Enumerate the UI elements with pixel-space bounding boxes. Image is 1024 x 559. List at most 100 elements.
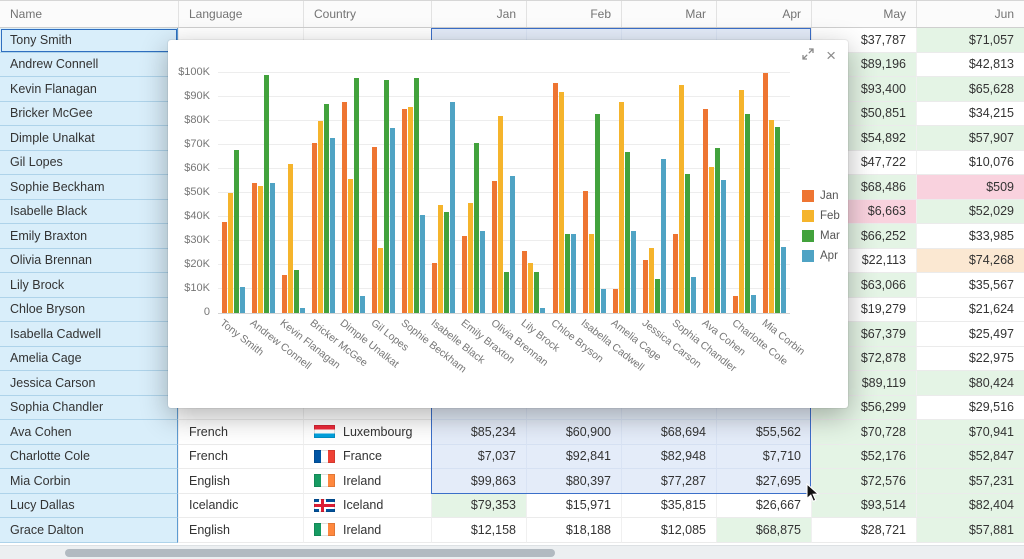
scrollbar-thumb[interactable]	[65, 549, 555, 557]
value-cell[interactable]: $68,694	[621, 420, 716, 445]
value-cell[interactable]: $10,076	[916, 150, 1024, 175]
value-cell[interactable]: $33,985	[916, 224, 1024, 249]
bar-feb	[558, 92, 564, 313]
column-header-feb[interactable]: Feb	[526, 1, 621, 27]
name-cell[interactable]: Sophia Chandler	[0, 395, 178, 420]
value-cell[interactable]: $72,576	[811, 469, 916, 494]
bar-jan	[672, 233, 678, 313]
name-cell[interactable]: Dimple Unalkat	[0, 126, 178, 151]
value-cell[interactable]: $22,975	[916, 346, 1024, 371]
value-cell[interactable]: $52,029	[916, 199, 1024, 224]
y-axis-label: $20K	[184, 258, 210, 270]
expand-icon[interactable]	[802, 47, 814, 64]
value-cell[interactable]: $42,813	[916, 52, 1024, 77]
value-cell[interactable]: $71,057	[916, 28, 1024, 53]
column-header-apr[interactable]: Apr	[716, 1, 811, 27]
name-cell[interactable]: Andrew Connell	[0, 52, 178, 77]
bar-jan	[221, 221, 227, 313]
value-cell[interactable]: $57,231	[916, 469, 1024, 494]
value-cell[interactable]: $57,907	[916, 126, 1024, 151]
selection-fill-handle[interactable]	[807, 490, 814, 497]
value-cell[interactable]: $509	[916, 175, 1024, 200]
name-cell[interactable]: Lily Brock	[0, 273, 178, 298]
value-cell[interactable]: $93,514	[811, 493, 916, 518]
value-cell[interactable]: $57,881	[916, 518, 1024, 543]
column-header-country[interactable]: Country	[303, 1, 431, 27]
value-cell[interactable]: $26,667	[716, 493, 811, 518]
value-cell[interactable]: $77,287	[621, 469, 716, 494]
language-cell[interactable]: Icelandic	[178, 493, 303, 518]
name-cell[interactable]: Isabelle Black	[0, 199, 178, 224]
value-cell[interactable]: $12,085	[621, 518, 716, 543]
name-cell[interactable]: Sophie Beckham	[0, 175, 178, 200]
value-cell[interactable]: $80,424	[916, 371, 1024, 396]
legend-item-jan[interactable]: Jan	[802, 190, 840, 202]
name-cell[interactable]: Kevin Flanagan	[0, 77, 178, 102]
value-cell[interactable]: $79,353	[431, 493, 526, 518]
value-cell[interactable]: $18,188	[526, 518, 621, 543]
value-cell[interactable]: $82,948	[621, 444, 716, 469]
value-cell[interactable]: $27,695	[716, 469, 811, 494]
language-cell[interactable]: English	[178, 518, 303, 543]
value-cell[interactable]: $68,875	[716, 518, 811, 543]
value-cell[interactable]: $35,567	[916, 273, 1024, 298]
name-cell[interactable]: Chloe Bryson	[0, 297, 178, 322]
column-header-jan[interactable]: Jan	[431, 1, 526, 27]
name-cell[interactable]: Isabella Cadwell	[0, 322, 178, 347]
column-header-may[interactable]: May	[811, 1, 916, 27]
country-cell[interactable]: Ireland	[303, 469, 431, 494]
legend-item-feb[interactable]: Feb	[802, 210, 840, 222]
value-cell[interactable]: $29,516	[916, 395, 1024, 420]
column-header-language[interactable]: Language	[178, 1, 303, 27]
value-cell[interactable]: $82,404	[916, 493, 1024, 518]
value-cell[interactable]: $74,268	[916, 248, 1024, 273]
country-cell[interactable]: Ireland	[303, 518, 431, 543]
country-cell[interactable]: France	[303, 444, 431, 469]
value-cell[interactable]: $92,841	[526, 444, 621, 469]
name-cell[interactable]: Emily Braxton	[0, 224, 178, 249]
name-cell[interactable]: Ava Cohen	[0, 420, 178, 445]
language-cell[interactable]: French	[178, 420, 303, 445]
value-cell[interactable]: $85,234	[431, 420, 526, 445]
value-cell[interactable]: $21,624	[916, 297, 1024, 322]
value-cell[interactable]: $65,628	[916, 77, 1024, 102]
name-cell[interactable]: Mia Corbin	[0, 469, 178, 494]
name-cell[interactable]: Lucy Dallas	[0, 493, 178, 518]
value-cell[interactable]: $15,971	[526, 493, 621, 518]
value-cell[interactable]: $35,815	[621, 493, 716, 518]
value-cell[interactable]: $52,176	[811, 444, 916, 469]
name-cell[interactable]: Bricker McGee	[0, 101, 178, 126]
value-cell[interactable]: $55,562	[716, 420, 811, 445]
name-cell[interactable]: Grace Dalton	[0, 518, 178, 543]
name-cell[interactable]: Charlotte Cole	[0, 444, 178, 469]
value-cell[interactable]: $28,721	[811, 518, 916, 543]
value-cell[interactable]: $12,158	[431, 518, 526, 543]
country-cell[interactable]: Iceland	[303, 493, 431, 518]
language-cell[interactable]: French	[178, 444, 303, 469]
value-cell[interactable]: $7,037	[431, 444, 526, 469]
value-cell[interactable]: $7,710	[716, 444, 811, 469]
column-header-mar[interactable]: Mar	[621, 1, 716, 27]
name-cell[interactable]: Amelia Cage	[0, 346, 178, 371]
value-cell[interactable]: $70,941	[916, 420, 1024, 445]
value-cell[interactable]: $60,900	[526, 420, 621, 445]
value-cell[interactable]: $80,397	[526, 469, 621, 494]
value-cell[interactable]: $99,863	[431, 469, 526, 494]
column-header-name[interactable]: Name	[0, 1, 178, 27]
column-header-jun[interactable]: Jun	[916, 1, 1024, 27]
legend-item-mar[interactable]: Mar	[802, 230, 840, 242]
language-cell[interactable]: English	[178, 469, 303, 494]
close-icon[interactable]: ×	[826, 47, 836, 64]
value-cell[interactable]: $34,215	[916, 101, 1024, 126]
value-cell[interactable]: $70,728	[811, 420, 916, 445]
legend-swatch	[802, 210, 814, 222]
name-cell[interactable]: Jessica Carson	[0, 371, 178, 396]
bar-feb	[347, 178, 353, 313]
legend-item-apr[interactable]: Apr	[802, 250, 840, 262]
name-cell[interactable]: Gil Lopes	[0, 150, 178, 175]
name-cell[interactable]: Olivia Brennan	[0, 248, 178, 273]
country-cell[interactable]: Luxembourg	[303, 420, 431, 445]
value-cell[interactable]: $52,847	[916, 444, 1024, 469]
name-cell[interactable]: Tony Smith	[0, 28, 178, 53]
value-cell[interactable]: $25,497	[916, 322, 1024, 347]
